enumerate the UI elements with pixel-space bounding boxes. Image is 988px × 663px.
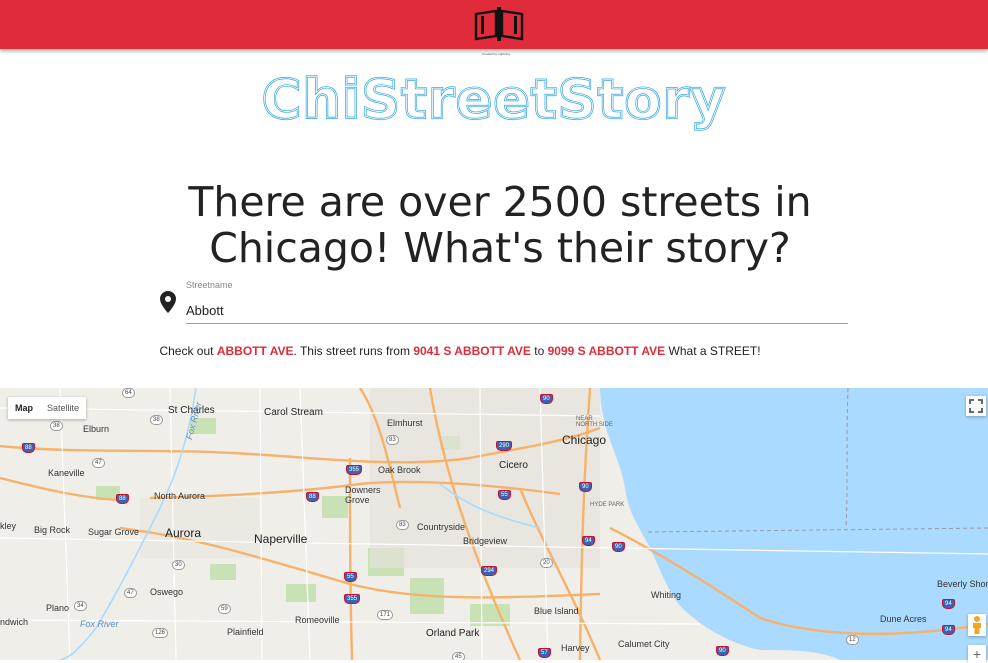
- interstate-shield: 94: [942, 599, 955, 609]
- book-icon[interactable]: [472, 6, 526, 42]
- credit-text: Created by Lightning: [482, 52, 510, 56]
- interstate-shield: 355: [346, 465, 363, 475]
- brand-logo: ChiStreetStory ChiStreetStory: [0, 68, 988, 132]
- map-label-hyde-park: HYDE PARK: [590, 502, 625, 508]
- route-shield: 45: [452, 652, 465, 660]
- route-shield: 12: [846, 635, 859, 645]
- interstate-shield: 88: [22, 443, 35, 453]
- interstate-shield: 94: [582, 536, 595, 546]
- map-label-orland-park: Orland Park: [426, 628, 480, 639]
- streetname-label: Streetname: [186, 280, 233, 290]
- route-shield: 171: [377, 610, 394, 620]
- route-shield: 83: [396, 520, 409, 530]
- story-to: 9099 S ABBOTT AVE: [547, 344, 666, 358]
- street-map[interactable]: Chicago St Charles Carol Stream Elmhurst…: [0, 388, 988, 660]
- interstate-shield: 294: [481, 566, 498, 576]
- map-label-big-rock: Big Rock: [34, 525, 71, 535]
- map-label-plano: Plano: [46, 603, 70, 613]
- interstate-shield: 355: [344, 594, 361, 604]
- map-label-downers-grove: Downers Grove: [345, 485, 381, 505]
- map-label-harvey: Harvey: [561, 643, 590, 653]
- interstate-shield: 290: [496, 441, 513, 451]
- interstate-shield: 90: [579, 482, 592, 492]
- brand-title-inner: ChiStreetStory: [262, 68, 727, 131]
- interstate-shield: 88: [116, 494, 129, 504]
- interstate-shield: 90: [612, 542, 625, 552]
- map-label-aurora: Aurora: [165, 526, 202, 540]
- story-to-word: to: [530, 344, 548, 358]
- interstate-shield: 88: [306, 492, 319, 502]
- route-shield: 20: [540, 558, 553, 568]
- streetname-input[interactable]: [186, 297, 848, 324]
- interstate-shield: 55: [344, 572, 357, 582]
- interstate-shield: 90: [540, 394, 553, 404]
- street-story: Check out ABBOTT AVE. This street runs f…: [0, 344, 920, 358]
- map-label-blue-island: Blue Island: [534, 606, 579, 616]
- map-label-elburn: Elburn: [83, 424, 110, 434]
- map-label-plainfield: Plainfield: [227, 627, 264, 637]
- map-type-toggle: Map Satellite: [8, 397, 87, 419]
- route-shield: 64: [122, 388, 135, 398]
- map-label-oak-brook: Oak Brook: [378, 465, 421, 475]
- pegman-button[interactable]: [968, 614, 986, 636]
- top-bar: [0, 0, 988, 49]
- page-headline: There are over 2500 streets in Chicago! …: [188, 178, 812, 273]
- map-label-naperville: Naperville: [254, 532, 308, 546]
- route-shield: 47: [124, 588, 137, 598]
- map-label-calumet-city: Calumet City: [618, 639, 670, 649]
- route-shield: 83: [386, 435, 399, 445]
- interstate-shield: 57: [538, 648, 551, 658]
- map-label-kley: kley: [0, 521, 17, 531]
- map-canvas: [0, 388, 988, 660]
- map-label-north-aurora: North Aurora: [154, 491, 206, 501]
- map-label-ndwich: ndwich: [0, 617, 29, 627]
- fullscreen-icon: [969, 399, 983, 413]
- route-shield: 59: [218, 604, 231, 614]
- route-shield: 38: [150, 415, 163, 425]
- interstate-shield: 90: [716, 646, 729, 656]
- map-type-map-button[interactable]: Map: [8, 397, 40, 419]
- map-label-bridgeview: Bridgeview: [463, 536, 508, 546]
- fullscreen-button[interactable]: [966, 396, 986, 416]
- story-suffix: What a STREET!: [665, 344, 761, 358]
- route-shield: 47: [92, 458, 105, 468]
- map-label-romeoville: Romeoville: [295, 615, 340, 625]
- map-label-near-north-side: NEAR NORTH SIDE: [576, 416, 613, 428]
- map-label-carol-stream: Carol Stream: [264, 407, 323, 418]
- map-label-cicero: Cicero: [499, 460, 528, 471]
- map-label-chicago: Chicago: [562, 433, 607, 447]
- map-label-whiting: Whiting: [651, 590, 682, 600]
- map-label-elmhurst: Elmhurst: [387, 418, 423, 428]
- story-middle: . This street runs from: [293, 344, 414, 358]
- map-label-oswego: Oswego: [150, 587, 184, 597]
- story-street: ABBOTT AVE: [216, 344, 294, 358]
- story-prefix: Check out: [159, 344, 217, 358]
- route-shield: 34: [74, 601, 87, 611]
- map-label-beverly-shores: Beverly Shor: [937, 579, 988, 589]
- zoom-in-button[interactable]: +: [968, 645, 986, 663]
- map-label-dune-acres: Dune Acres: [880, 614, 927, 624]
- story-from: 9041 S ABBOTT AVE: [413, 344, 531, 358]
- interstate-shield: 55: [498, 490, 511, 500]
- map-label-kaneville: Kaneville: [48, 468, 85, 478]
- map-label-sugar-grove: Sugar Grove: [88, 527, 140, 537]
- map-type-satellite-button[interactable]: Satellite: [40, 397, 86, 419]
- map-pin-icon: [160, 291, 176, 313]
- map-label-countryside: Countryside: [417, 522, 466, 532]
- route-shield: 30: [172, 560, 185, 570]
- pegman-icon: [973, 616, 981, 634]
- route-shield: 126: [152, 628, 169, 638]
- route-shield: 38: [50, 421, 63, 431]
- interstate-shield: 94: [942, 625, 955, 635]
- map-label-fox-river-2: Fox River: [80, 619, 119, 629]
